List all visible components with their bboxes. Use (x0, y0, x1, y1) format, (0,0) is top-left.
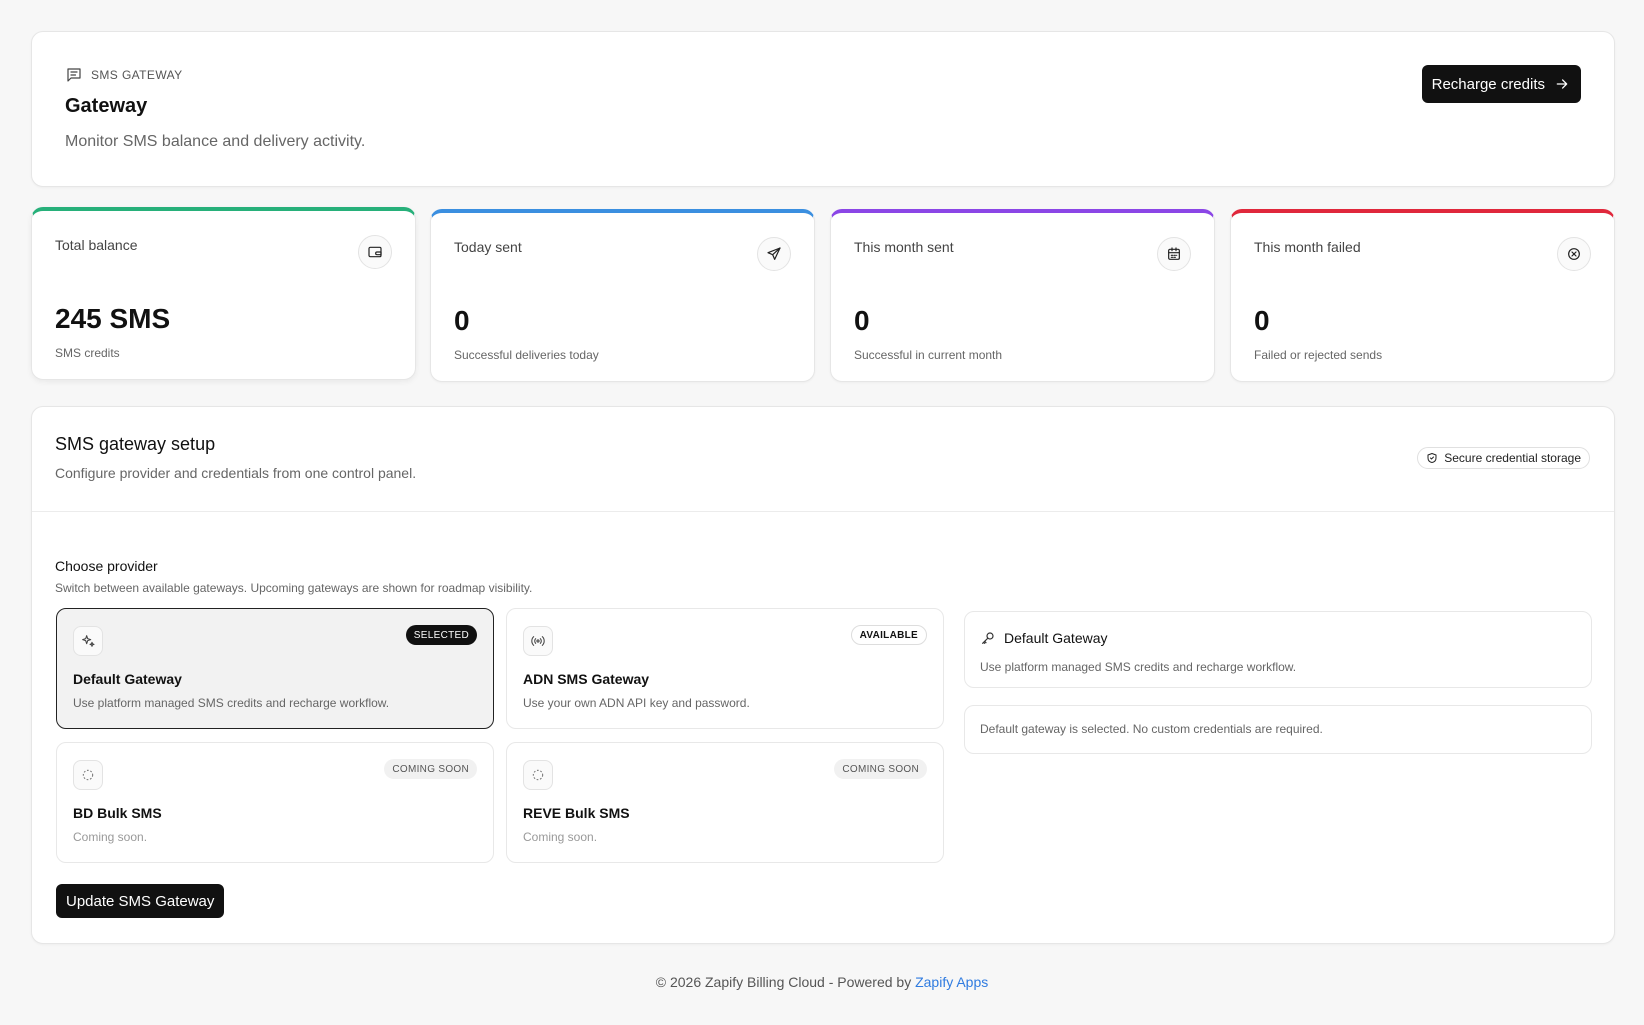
key-icon (980, 630, 996, 646)
stat-value: 0 (854, 305, 870, 336)
footer: © 2026 Zapify Billing Cloud - Powered by… (0, 974, 1644, 990)
stat-card-month-sent: This month sent 0 Successful in current … (830, 209, 1215, 382)
provider-card-adn-sms[interactable]: AVAILABLE ADN SMS Gateway Use your own A… (506, 608, 944, 729)
divider (32, 511, 1614, 512)
coming-soon-badge: COMING SOON (834, 759, 927, 779)
selected-badge: SELECTED (405, 625, 477, 645)
stat-label: This month failed (1254, 239, 1361, 255)
selected-gateway-info: Default Gateway Use platform managed SMS… (964, 611, 1592, 688)
recharge-label: Recharge credits (1431, 75, 1545, 93)
info-header: Default Gateway (980, 630, 1108, 646)
footer-text: © 2026 Zapify Billing Cloud - Powered by (655, 974, 912, 990)
wallet-icon (358, 235, 392, 269)
provider-name: BD Bulk SMS (73, 805, 162, 821)
setup-title: SMS gateway setup (55, 434, 216, 454)
provider-description: Coming soon. (73, 830, 148, 844)
radio-icon (523, 626, 553, 656)
stat-label: Total balance (55, 237, 138, 253)
provider-description: Use your own ADN API key and password. (523, 696, 750, 710)
footer-link[interactable]: Zapify Apps (915, 974, 988, 990)
stat-caption: SMS credits (55, 346, 120, 360)
stat-caption: Successful deliveries today (454, 348, 599, 362)
eyebrow: SMS GATEWAY (65, 66, 183, 84)
info-title: Default Gateway (1004, 630, 1108, 646)
choose-provider-title: Choose provider (55, 558, 158, 574)
message-icon (65, 66, 83, 84)
available-badge: AVAILABLE (850, 625, 927, 645)
stat-card-month-failed: This month failed 0 Failed or rejected s… (1230, 209, 1615, 382)
choose-provider-subtitle: Switch between available gateways. Upcom… (55, 581, 533, 595)
provider-name: REVE Bulk SMS (523, 805, 630, 821)
dashed-circle-icon (73, 760, 103, 790)
info-description: Use platform managed SMS credits and rec… (980, 660, 1297, 674)
setup-subtitle: Configure provider and credentials from … (55, 465, 417, 481)
stat-caption: Successful in current month (854, 348, 1003, 362)
stat-label: Today sent (454, 239, 522, 255)
credentials-note-text: Default gateway is selected. No custom c… (980, 722, 1323, 736)
provider-name: ADN SMS Gateway (523, 671, 650, 687)
provider-description: Use platform managed SMS credits and rec… (73, 696, 390, 710)
provider-card-default-gateway[interactable]: SELECTED Default Gateway Use platform ma… (56, 608, 494, 729)
credentials-note: Default gateway is selected. No custom c… (964, 705, 1592, 754)
shield-check-icon (1426, 452, 1438, 464)
x-circle-icon (1557, 237, 1591, 271)
recharge-credits-button[interactable]: Recharge credits (1421, 65, 1581, 103)
stat-value: 0 (454, 305, 470, 336)
update-label: Update SMS Gateway (66, 892, 215, 910)
stat-card-today-sent: Today sent 0 Successful deliveries today (430, 209, 815, 382)
provider-name: Default Gateway (73, 671, 182, 687)
stat-value: 0 (1254, 305, 1270, 336)
gateway-setup-card: SMS gateway setup Configure provider and… (31, 406, 1615, 944)
provider-card-bd-bulk-sms: COMING SOON BD Bulk SMS Coming soon. (56, 742, 494, 863)
calendar-icon (1157, 237, 1191, 271)
stat-label: This month sent (854, 239, 954, 255)
coming-soon-badge: COMING SOON (384, 759, 477, 779)
stat-card-total-balance: Total balance 245 SMS SMS credits (31, 207, 416, 380)
stat-value: 245 SMS (55, 303, 171, 334)
secure-storage-label: Secure credential storage (1444, 451, 1581, 465)
gateway-header-card: SMS GATEWAY Gateway Monitor SMS balance … (31, 31, 1615, 187)
update-sms-gateway-button[interactable]: Update SMS Gateway (56, 884, 225, 918)
provider-description: Coming soon. (523, 830, 598, 844)
arrow-right-icon (1555, 77, 1569, 91)
provider-card-reve-bulk-sms: COMING SOON REVE Bulk SMS Coming soon. (506, 742, 944, 863)
page-subtitle: Monitor SMS balance and delivery activit… (65, 133, 366, 150)
eyebrow-label: SMS GATEWAY (91, 68, 183, 82)
page-title: Gateway (65, 95, 148, 117)
secure-storage-badge: Secure credential storage (1417, 447, 1590, 469)
stat-caption: Failed or rejected sends (1254, 348, 1383, 362)
send-icon (757, 237, 791, 271)
sparkles-icon (73, 626, 103, 656)
dashed-circle-icon (523, 760, 553, 790)
